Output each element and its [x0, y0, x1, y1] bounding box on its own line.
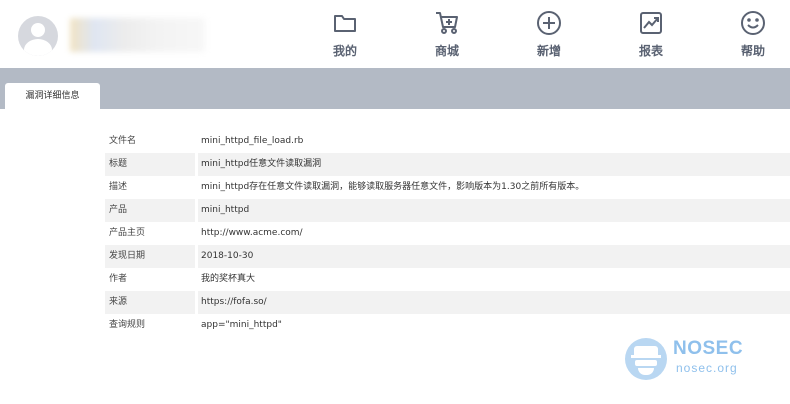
divider — [195, 153, 198, 176]
nav-item-shop[interactable]: 商城 — [407, 10, 487, 66]
plus-circle-icon — [537, 11, 561, 35]
detail-row: 发现日期 2018-10-30 — [105, 245, 790, 268]
divider — [195, 268, 198, 291]
nosec-watermark: NOSEC nosec.org — [625, 336, 775, 382]
nav-item-add[interactable]: 新增 — [509, 10, 589, 66]
avatar[interactable] — [18, 16, 58, 56]
detail-value: https://fofa.so/ — [201, 297, 267, 307]
nav-label: 商城 — [434, 44, 459, 58]
watermark-name: NOSEC — [673, 338, 744, 359]
detail-row: 产品主页 http://www.acme.com/ — [105, 222, 790, 245]
detail-key: 来源 — [109, 297, 128, 307]
detail-row: 作者 我的奖杯真大 — [105, 268, 790, 291]
divider — [195, 130, 198, 153]
detail-row: 来源 https://fofa.so/ — [105, 291, 790, 314]
nav-label: 帮助 — [740, 44, 765, 58]
nav-item-report[interactable]: 报表 — [611, 10, 691, 66]
detail-key: 文件名 — [109, 136, 137, 146]
detail-value: mini_httpd任意文件读取漏洞 — [201, 159, 322, 169]
detail-row: 标题 mini_httpd任意文件读取漏洞 — [105, 153, 790, 176]
nav-item-mine[interactable]: 我的 — [305, 10, 385, 66]
avatar-head-shape — [31, 23, 45, 37]
detail-row: 文件名 mini_httpd_file_load.rb — [105, 130, 790, 153]
nav-label: 新增 — [536, 44, 561, 58]
user-name: user — [70, 18, 205, 52]
tab-vuln-detail[interactable]: 漏洞详细信息 — [5, 83, 100, 109]
folder-icon — [334, 15, 356, 32]
divider — [195, 314, 198, 337]
divider — [195, 245, 198, 268]
detail-value: mini_httpd_file_load.rb — [201, 136, 304, 146]
detail-key: 产品 — [109, 205, 128, 215]
detail-key: 描述 — [109, 182, 128, 192]
divider — [195, 176, 198, 199]
detail-row: 描述 mini_httpd存在任意文件读取漏洞，能够读取服务器任意文件，影响版本为… — [105, 176, 790, 199]
avatar-body-shape — [24, 39, 52, 56]
app-header: user 我的 商城 新增 报表 — [0, 0, 790, 68]
detail-value: mini_httpd — [201, 205, 250, 215]
detail-row: 产品 mini_httpd — [105, 199, 790, 222]
chart-icon — [640, 12, 662, 34]
detail-key: 作者 — [109, 274, 128, 284]
logo-chin-shape — [638, 368, 654, 375]
divider — [195, 222, 198, 245]
detail-value: http://www.acme.com/ — [201, 228, 303, 238]
logo-eyes-shape — [635, 360, 657, 366]
logo-brim-shape — [631, 355, 661, 358]
detail-row: 查询规则 app="mini_httpd" — [105, 314, 790, 337]
nav-label: 我的 — [332, 44, 357, 58]
cart-icon — [436, 12, 458, 34]
watermark-url: nosec.org — [676, 361, 738, 375]
detail-value: 2018-10-30 — [201, 251, 254, 261]
detail-key: 查询规则 — [109, 320, 146, 330]
detail-value: app="mini_httpd" — [201, 320, 282, 330]
divider — [195, 199, 198, 222]
divider — [195, 291, 198, 314]
detail-value: mini_httpd存在任意文件读取漏洞，能够读取服务器任意文件，影响版本为1.… — [201, 182, 585, 192]
smiley-icon — [741, 11, 765, 35]
nav-label: 报表 — [638, 44, 663, 58]
vuln-detail-table: 文件名 mini_httpd_file_load.rb 标题 mini_httpd任… — [105, 130, 790, 337]
detail-key: 发现日期 — [109, 251, 146, 261]
detail-key: 产品主页 — [109, 228, 146, 238]
nav-item-help[interactable]: 帮助 — [713, 10, 790, 66]
tab-bar: 漏洞详细信息 — [0, 68, 790, 109]
detail-key: 标题 — [109, 159, 128, 169]
nosec-logo-icon — [625, 338, 667, 380]
detail-value: 我的奖杯真大 — [201, 274, 256, 284]
